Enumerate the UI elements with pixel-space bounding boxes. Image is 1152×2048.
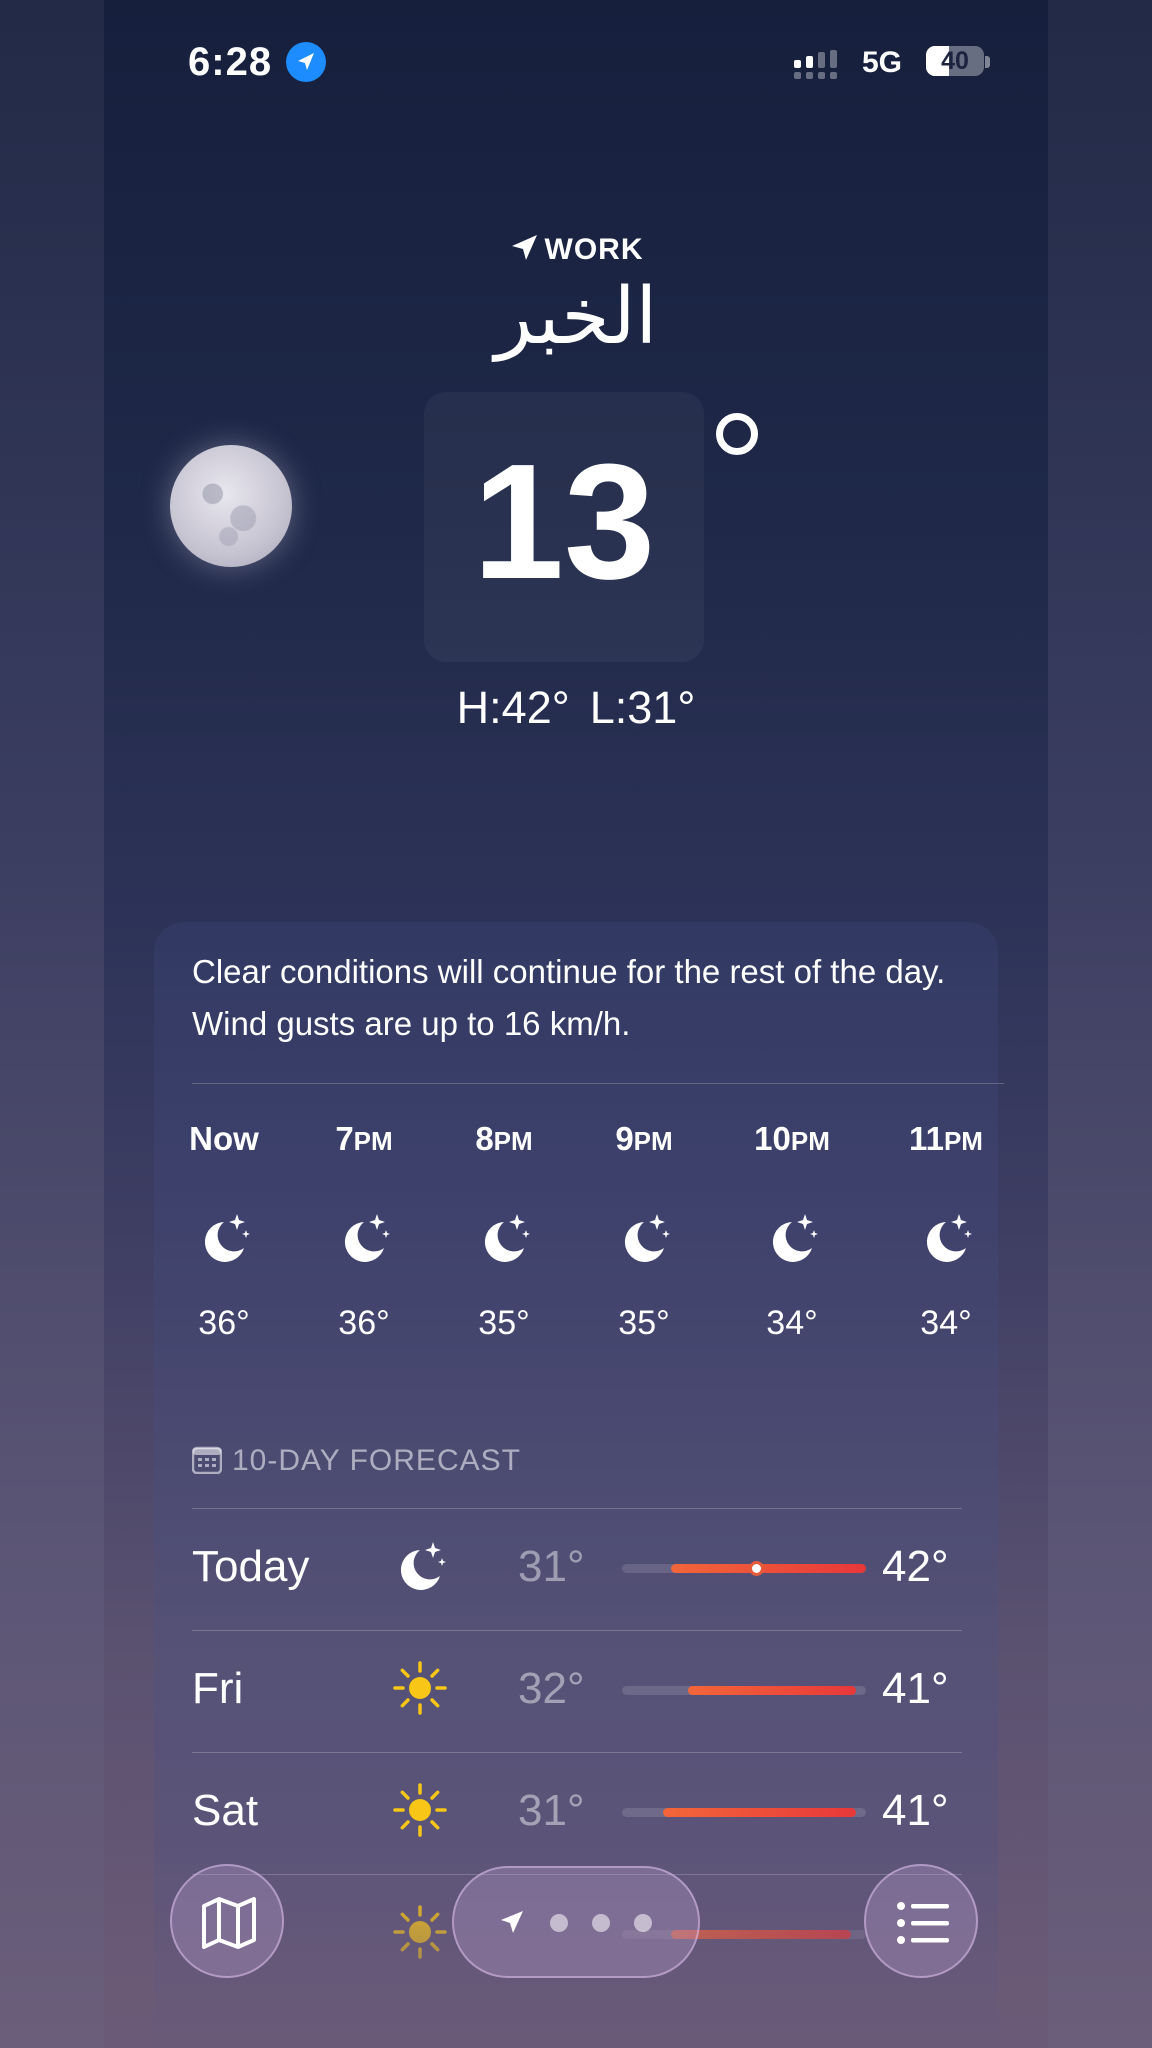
day-low: 31° [518,1786,585,1835]
ten-day-title: 10-DAY FORECAST [232,1444,521,1477]
hour-label: 9PM [615,1120,673,1157]
list-icon [897,1902,949,1944]
divider [192,1630,962,1631]
status-time: 6:28 [188,40,273,84]
day-row[interactable]: Today 31° 42° [192,1514,962,1624]
sun-icon [390,1658,450,1718]
temperature-range-bar [622,1686,866,1695]
current-temperature: 13 [472,430,656,613]
location-label: WORK [104,232,1048,267]
hour-label: 7PM [335,1120,393,1157]
map-icon [202,1897,256,1949]
divider [192,1752,962,1753]
map-button[interactable] [170,1864,284,1978]
current-temperature-marker [749,1561,765,1576]
hour-temperature: 34° [920,1304,972,1342]
hour-temperature: 35° [618,1304,670,1342]
hourly-item: 8PM 35° [449,1120,559,1343]
hour-label: 8PM [475,1120,533,1157]
city-list-button[interactable] [864,1864,978,1978]
moon-stars-icon [891,1208,1001,1268]
day-high: 41° [882,1786,949,1835]
calendar-icon [191,1446,223,1475]
moon-stars-icon [449,1208,559,1268]
day-name: Today [192,1542,310,1591]
cellular-signal-icon [794,50,837,79]
hour-label: Now [189,1120,259,1157]
status-bar: 6:28 5G 40 [104,40,1048,90]
temperature-range-bar [622,1808,866,1817]
day-low: 32° [518,1664,585,1713]
hour-label: 10PM [754,1120,830,1157]
degree-symbol [716,413,758,455]
hour-temperature: 36° [198,1304,250,1342]
day-high: 42° [882,1542,949,1591]
day-name: Fri [192,1664,244,1713]
hourly-item: 11PM 34° [891,1120,1001,1343]
location-arrow-icon [511,235,537,260]
ten-day-header: 10-DAY FORECAST [191,1444,521,1478]
moon-stars-icon [737,1208,847,1268]
page-dot[interactable] [550,1914,568,1932]
temperature-range-fill [687,1686,857,1695]
day-low: 31° [518,1542,585,1591]
low-temp: L:31° [589,682,696,733]
moon-stars-icon [309,1208,419,1268]
page-dot[interactable] [634,1914,652,1932]
moon-image [170,445,292,567]
city-name: الخبر [494,272,658,362]
hourly-item: 10PM 34° [737,1120,847,1343]
temperature-range-fill [670,1564,866,1573]
location-services-icon [286,42,326,82]
page-dot[interactable] [592,1914,610,1932]
weather-screen: 6:28 5G 40 WORK الخبر 13 H:42° L:31° Cle… [104,0,1048,2048]
moon-stars-icon [589,1208,699,1268]
temperature-range-bar [622,1561,866,1576]
location-tag: WORK [544,233,644,266]
hour-temperature: 36° [338,1304,390,1342]
battery-level: 40 [941,47,969,75]
current-location-page-icon [501,1911,523,1933]
day-high: 41° [882,1664,949,1713]
battery-tip [985,56,990,68]
high-temp: H:42° [456,682,570,733]
hour-temperature: 35° [478,1304,530,1342]
moon-stars-icon [390,1536,450,1596]
network-type: 5G [861,46,902,79]
hour-temperature: 34° [766,1304,818,1342]
day-name: Sat [192,1786,259,1835]
hour-label: 11PM [909,1120,983,1157]
hourly-item: Now 36° [169,1120,279,1343]
temperature-range-fill [663,1808,857,1817]
divider [192,1083,1004,1084]
hourly-item: 9PM 35° [589,1120,699,1343]
divider [192,1508,962,1509]
day-row[interactable]: Fri 32° 41° [192,1636,962,1746]
high-low: H:42° L:31° [104,682,1048,734]
sun-icon [390,1780,450,1840]
battery-icon: 40 [926,46,984,76]
moon-stars-icon [169,1208,279,1268]
page-indicator[interactable] [452,1866,700,1978]
hourly-item: 7PM 36° [309,1120,419,1343]
conditions-summary: Clear conditions will continue for the r… [192,953,946,1042]
